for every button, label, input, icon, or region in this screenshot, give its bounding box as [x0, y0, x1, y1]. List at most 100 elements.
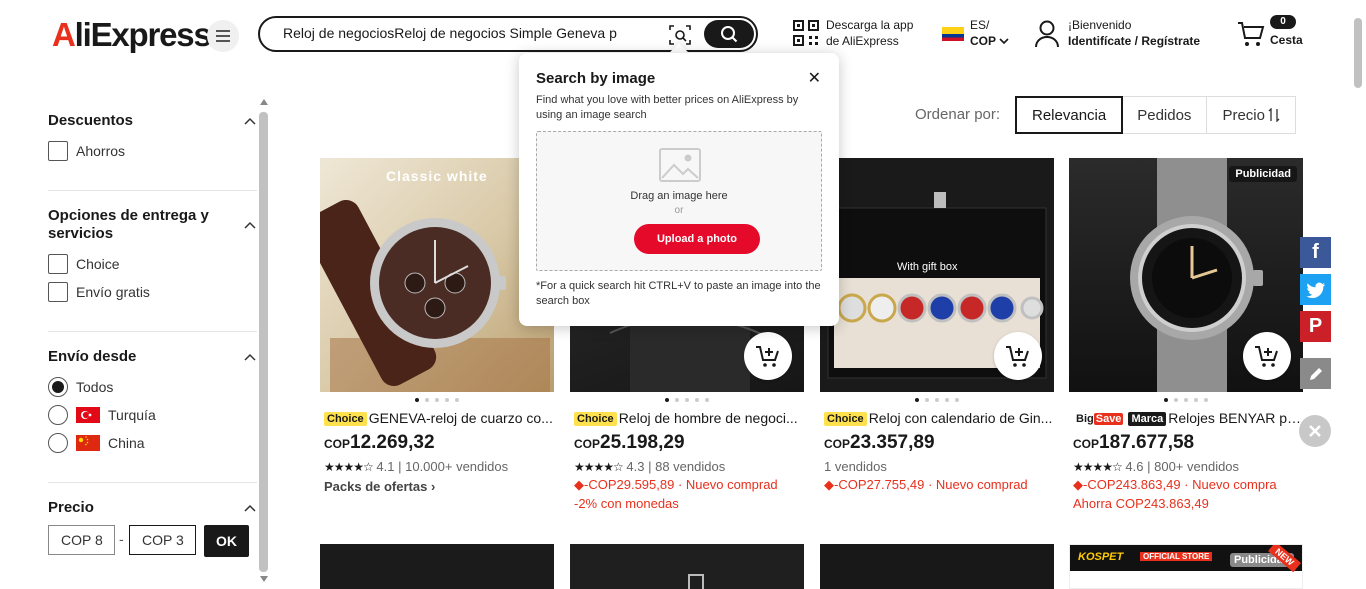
sort-tab-pedidos[interactable]: Pedidos: [1122, 97, 1208, 133]
new-buyer-discount: ◆-COP243.863,49 · Nuevo compra: [1069, 477, 1303, 493]
product-title-text: Relojes BENYAR par...: [1168, 410, 1303, 426]
cart-label[interactable]: Cesta: [1270, 33, 1303, 47]
product-card[interactable]: With gift box Choice Reloj con calendario…: [820, 158, 1054, 493]
add-to-cart-button[interactable]: [1243, 332, 1291, 380]
image-search-icon[interactable]: [668, 24, 692, 46]
radio[interactable]: [48, 433, 68, 453]
paste-tip: *For a quick search hit CTRL+V to paste …: [536, 280, 821, 307]
product-title[interactable]: Choice GENEVA-reloj de cuarzo co...: [320, 410, 554, 426]
close-share-icon[interactable]: [1299, 415, 1331, 447]
product-image[interactable]: With gift box: [820, 158, 1054, 392]
upload-photo-button[interactable]: Upload a photo: [634, 224, 760, 254]
add-to-cart-button[interactable]: [744, 332, 792, 380]
filter-ahorros[interactable]: Ahorros: [48, 141, 125, 161]
filter-label: Todos: [76, 379, 114, 395]
product-image[interactable]: [570, 544, 804, 589]
filter-todos[interactable]: Todos: [48, 377, 113, 397]
image-drop-zone[interactable]: Drag an image here or Upload a photo: [536, 131, 822, 271]
currency: COP: [574, 437, 601, 451]
image-placeholder-icon: [659, 148, 701, 182]
product-title[interactable]: Big Save Marca Relojes BENYAR par...: [1069, 410, 1303, 426]
price-value: 12.269,32: [350, 432, 435, 453]
official-store-label: OFFICIAL STORE: [1140, 552, 1213, 561]
product-meta: ★★★★☆ 4.6 | 800+ vendidos: [1073, 459, 1240, 474]
radio[interactable]: [48, 405, 68, 425]
rating: 4.3: [626, 459, 645, 474]
chevron-up-icon[interactable]: [244, 504, 256, 512]
filter-choice[interactable]: Choice: [48, 254, 120, 274]
chevron-up-icon[interactable]: [244, 221, 256, 229]
image-dots: [1069, 398, 1303, 404]
chevron-up-icon[interactable]: [244, 353, 256, 361]
min-price-input[interactable]: COP 8: [48, 525, 115, 555]
checkbox[interactable]: [48, 141, 68, 161]
big-save-badge: Big Save: [1073, 412, 1126, 426]
sold-count: 1 vendidos: [824, 459, 887, 474]
price-value: 187.677,58: [1099, 432, 1195, 453]
user-icon[interactable]: [1033, 19, 1061, 49]
popup-title: Search by image: [536, 70, 656, 87]
sidebar-scrollbar[interactable]: [259, 112, 268, 572]
download-app-link[interactable]: Descarga la app de AliExpress: [826, 17, 913, 49]
hamburger-icon: [216, 30, 230, 42]
product-meta: ★★★★☆ 4.1 | 10.000+ vendidos: [324, 459, 509, 474]
facebook-letter: f: [1312, 241, 1319, 263]
filter-turquia[interactable]: Turquía: [48, 405, 156, 425]
sort-tab-relevancia[interactable]: Relevancia: [1015, 96, 1124, 134]
product-image[interactable]: KOSPET OFFICIAL STORE Publicidad NEW: [1069, 544, 1303, 589]
search-button[interactable]: [704, 20, 754, 48]
product-image[interactable]: [320, 544, 554, 589]
image-caption: With gift box: [897, 261, 958, 273]
scroll-up-arrow-icon[interactable]: [260, 99, 268, 105]
bundle-deals-link[interactable]: Packs de ofertas ›: [320, 479, 554, 494]
product-image[interactable]: [820, 544, 1054, 589]
or-text: or: [674, 205, 684, 216]
filter-envio-gratis[interactable]: Envío gratis: [48, 282, 150, 302]
popup-description: Find what you love with better prices on…: [536, 94, 799, 121]
signin-text: Identifícate / Regístrate: [1068, 34, 1201, 48]
radio-selected[interactable]: [48, 377, 68, 397]
cart-icon[interactable]: [1236, 20, 1266, 48]
filter-china[interactable]: China: [48, 433, 145, 453]
max-price-input[interactable]: COP 3: [129, 525, 196, 555]
product-title[interactable]: Choice Reloj con calendario de Gin...: [820, 410, 1054, 426]
page-scrollbar[interactable]: [1354, 18, 1362, 88]
big-label: Big: [1076, 413, 1094, 425]
add-to-cart-button[interactable]: [994, 332, 1042, 380]
scroll-down-arrow-icon[interactable]: [260, 576, 268, 582]
product-title[interactable]: Choice Reloj de hombre de negoci...: [570, 410, 804, 426]
aliexpress-logo[interactable]: AliExpress: [52, 16, 212, 54]
discount-text: -COP29.595,89 · Nuevo comprad: [584, 477, 778, 492]
close-icon[interactable]: ✕: [808, 68, 821, 88]
menu-button[interactable]: [207, 20, 239, 52]
pinterest-share-icon[interactable]: P: [1300, 311, 1331, 342]
divider: [48, 482, 257, 483]
account-link[interactable]: ¡Bienvenido Identifícate / Regístrate: [1068, 17, 1200, 49]
product-card[interactable]: Publicidad Big Save Marca Relojes BENYAR pa…: [1069, 158, 1303, 511]
product-price: COP25.198,29: [570, 432, 804, 454]
chevron-up-icon[interactable]: [244, 117, 256, 125]
twitter-share-icon[interactable]: [1300, 274, 1331, 305]
new-buyer-discount: ◆-COP27.755,49 · Nuevo comprad: [820, 477, 1054, 493]
qr-code-icon[interactable]: [793, 20, 819, 46]
price-dash: -: [119, 531, 124, 547]
search-input[interactable]: Reloj de negociosReloj de negocios Simpl…: [283, 25, 623, 41]
bundle-label: Packs de ofertas: [324, 479, 428, 494]
checkbox[interactable]: [48, 254, 68, 274]
filter-label: Choice: [76, 256, 120, 272]
logo-rest: liExpress: [74, 16, 212, 53]
image-dots: [570, 398, 804, 404]
language-label: ES/: [970, 18, 990, 32]
coins-discount: -2% con monedas: [574, 496, 679, 511]
search-icon: [721, 26, 738, 43]
facebook-share-icon[interactable]: f: [1300, 237, 1331, 268]
image-dots: [820, 398, 1054, 404]
add-cart-icon: [1006, 346, 1029, 367]
product-image[interactable]: Publicidad: [1069, 158, 1303, 392]
sort-tab-precio[interactable]: Precio: [1207, 97, 1295, 133]
rating: 4.6: [1125, 459, 1144, 474]
checkbox[interactable]: [48, 282, 68, 302]
price-ok-button[interactable]: OK: [204, 525, 249, 557]
language-currency-selector[interactable]: ES/ COP: [970, 17, 1009, 49]
edit-icon[interactable]: [1300, 358, 1331, 389]
